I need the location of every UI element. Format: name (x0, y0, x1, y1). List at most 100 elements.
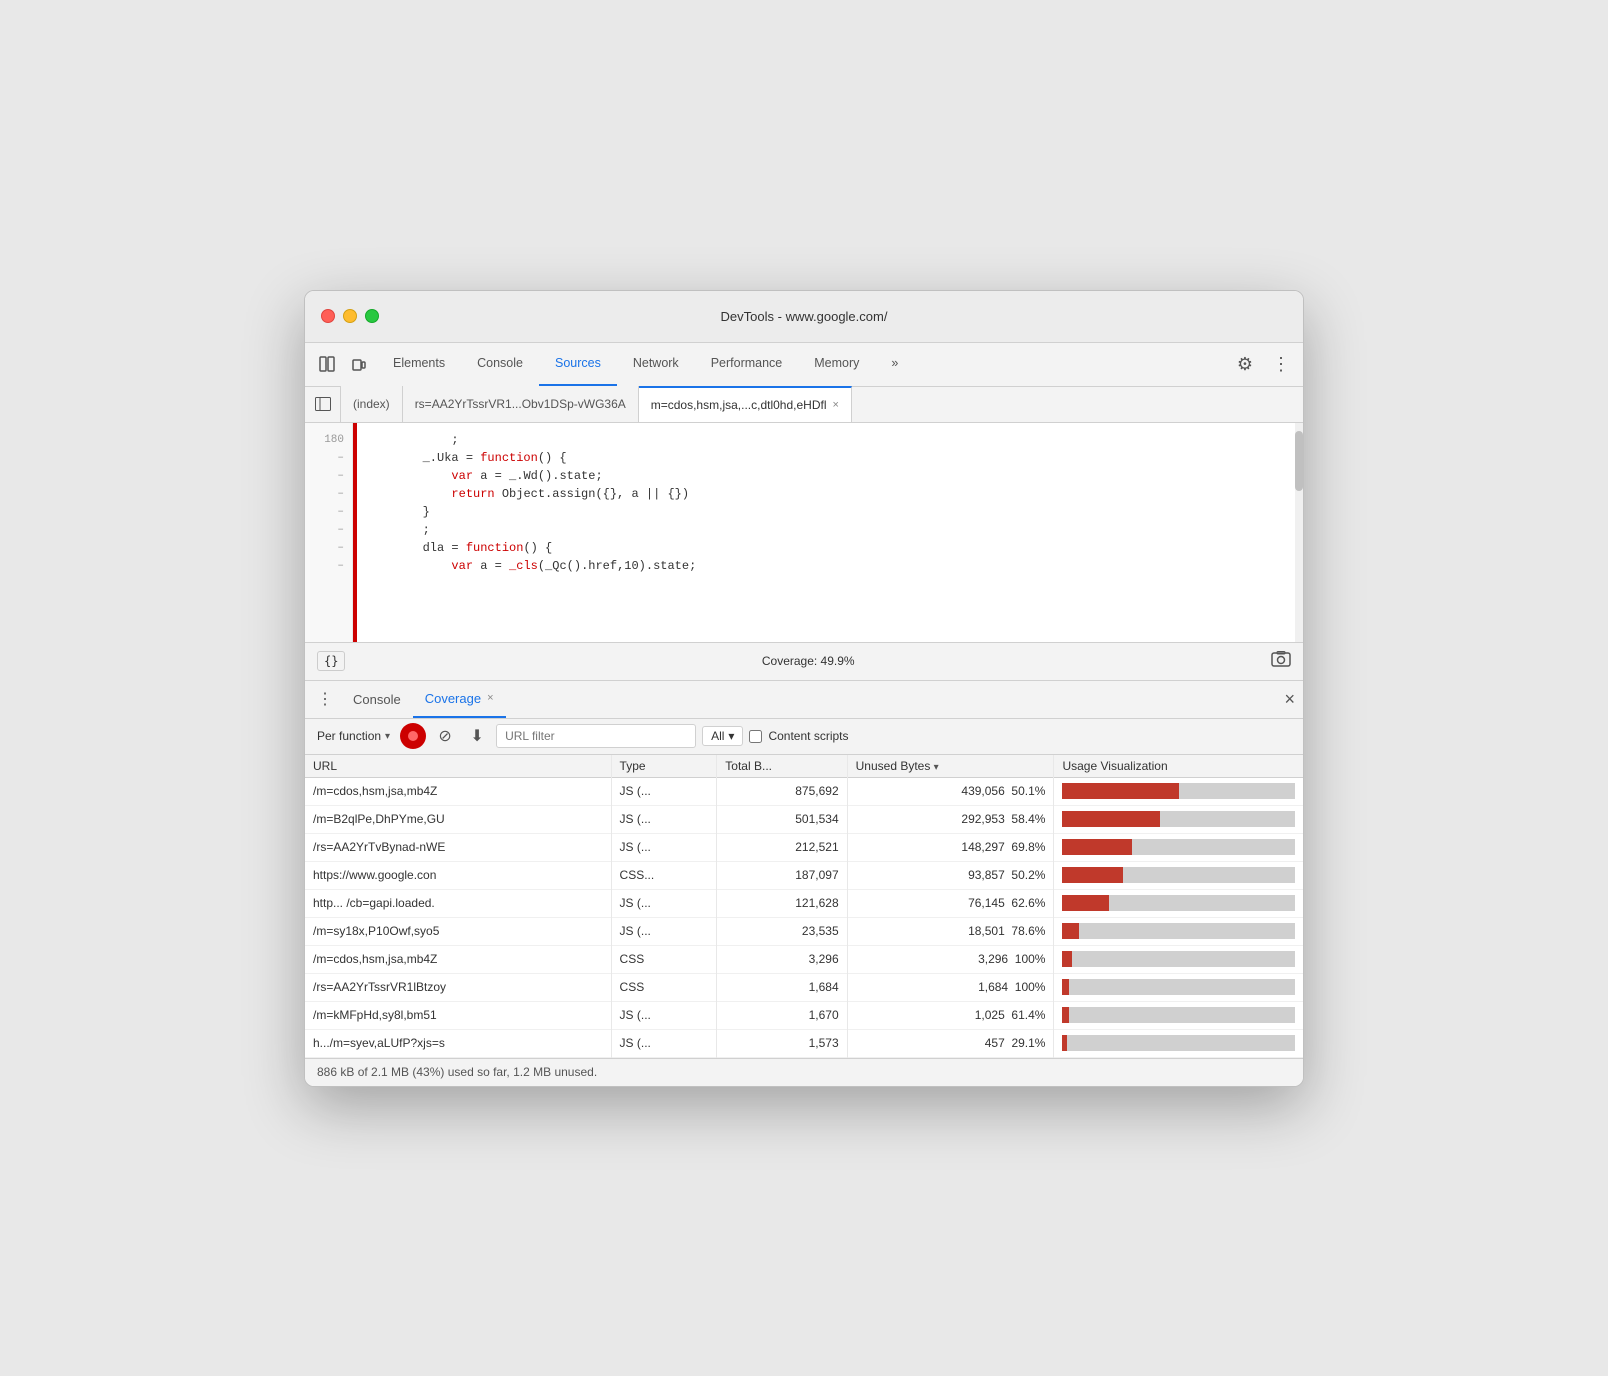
col-visualization: Usage Visualization (1054, 755, 1303, 778)
usage-bar (1062, 979, 1295, 995)
cell-url: /rs=AA2YrTvBynad-nWE (305, 833, 611, 861)
coverage-percentage: Coverage: 49.9% (762, 654, 855, 668)
cell-type: JS (... (611, 917, 717, 945)
panel-tab-coverage-close-icon[interactable]: × (487, 692, 493, 704)
cell-total: 23,535 (717, 917, 847, 945)
panel-tab-coverage[interactable]: Coverage × (413, 680, 506, 718)
source-tab-index[interactable]: (index) (341, 386, 403, 422)
cell-total: 875,692 (717, 777, 847, 805)
table-row[interactable]: http... /cb=gapi.loaded. JS (... 121,628… (305, 889, 1303, 917)
col-url[interactable]: URL (305, 755, 611, 778)
tab-more[interactable]: » (875, 342, 914, 386)
code-line-4: return Object.assign({}, a || {}) (365, 485, 1295, 503)
cell-total: 3,296 (717, 945, 847, 973)
settings-icon[interactable]: ⚙ (1231, 350, 1259, 378)
cell-url: http... /cb=gapi.loaded. (305, 889, 611, 917)
title-bar: DevTools - www.google.com/ (305, 291, 1303, 343)
code-content: ; _.Uka = function() { var a = _.Wd().st… (357, 423, 1295, 642)
minimize-button[interactable] (343, 309, 357, 323)
traffic-lights (321, 309, 379, 323)
table-row[interactable]: /m=cdos,hsm,jsa,mb4Z JS (... 875,692 439… (305, 777, 1303, 805)
cell-visualization (1054, 973, 1303, 1001)
url-filter-input[interactable] (496, 724, 696, 748)
sidebar-toggle-icon[interactable] (313, 350, 341, 378)
code-toolbar: {} Coverage: 49.9% (305, 643, 1303, 681)
scrollbar-thumb[interactable] (1295, 431, 1303, 491)
record-button[interactable] (400, 723, 426, 749)
usage-bar-used (1062, 1007, 1069, 1023)
usage-bar (1062, 895, 1295, 911)
cell-url: /m=cdos,hsm,jsa,mb4Z (305, 777, 611, 805)
per-function-button[interactable]: Per function ▾ (313, 727, 394, 745)
tab-network[interactable]: Network (617, 342, 695, 386)
cell-type: JS (... (611, 889, 717, 917)
tab-elements[interactable]: Elements (377, 342, 461, 386)
status-bar: 886 kB of 2.1 MB (43%) used so far, 1.2 … (305, 1058, 1303, 1086)
screenshot-icon[interactable] (1271, 651, 1291, 672)
source-tab-bar: (index) rs=AA2YrTssrVR1...Obv1DSp-vWG36A… (305, 387, 1303, 423)
table-row[interactable]: /m=cdos,hsm,jsa,mb4Z CSS 3,296 3,296 100… (305, 945, 1303, 973)
cell-unused: 18,501 78.6% (847, 917, 1054, 945)
maximize-button[interactable] (365, 309, 379, 323)
device-toolbar-icon[interactable] (345, 350, 373, 378)
table-row[interactable]: /rs=AA2YrTvBynad-nWE JS (... 212,521 148… (305, 833, 1303, 861)
cell-unused: 457 29.1% (847, 1029, 1054, 1057)
cell-visualization (1054, 805, 1303, 833)
table-row[interactable]: h.../m=syev,aLUfP?xjs=s JS (... 1,573 45… (305, 1029, 1303, 1057)
usage-bar-used (1062, 783, 1178, 799)
cell-total: 1,670 (717, 1001, 847, 1029)
tab-performance[interactable]: Performance (695, 342, 799, 386)
table-row[interactable]: /m=sy18x,P10Owf,syo5 JS (... 23,535 18,5… (305, 917, 1303, 945)
cell-visualization (1054, 889, 1303, 917)
tab-sources[interactable]: Sources (539, 342, 617, 386)
cell-type: JS (... (611, 777, 717, 805)
cell-unused: 292,953 58.4% (847, 805, 1054, 833)
per-function-arrow-icon: ▾ (385, 731, 390, 742)
tab-console[interactable]: Console (461, 342, 539, 386)
content-scripts-label: Content scripts (749, 729, 848, 743)
close-button[interactable] (321, 309, 335, 323)
code-editor: 180 – – – – – – – ; _.Uka = function() {… (305, 423, 1303, 643)
code-line-3: var a = _.Wd().state; (365, 467, 1295, 485)
cell-type: JS (... (611, 805, 717, 833)
scrollbar[interactable] (1295, 423, 1303, 642)
tab-memory[interactable]: Memory (798, 342, 875, 386)
coverage-table-wrapper: URL Type Total B... Unused Bytes ▾ Usage… (305, 755, 1303, 1058)
panel-tab-console[interactable]: Console (341, 680, 413, 718)
cell-visualization (1054, 833, 1303, 861)
panel-sidebar-toggle[interactable] (305, 386, 341, 422)
table-row[interactable]: /m=kMFpHd,sy8l,bm51 JS (... 1,670 1,025 … (305, 1001, 1303, 1029)
cell-unused: 148,297 69.8% (847, 833, 1054, 861)
cell-url: h.../m=syev,aLUfP?xjs=s (305, 1029, 611, 1057)
devtools-tabs-right: ⚙ ⋮ (1231, 350, 1295, 378)
source-tab-m[interactable]: m=cdos,hsm,jsa,...c,dtl0hd,eHDfl × (639, 386, 852, 422)
download-button[interactable]: ⬇ (464, 723, 490, 749)
table-row[interactable]: /rs=AA2YrTssrVR1lBtzoy CSS 1,684 1,684 1… (305, 973, 1303, 1001)
source-tab-rs[interactable]: rs=AA2YrTssrVR1...Obv1DSp-vWG36A (403, 386, 639, 422)
content-scripts-checkbox[interactable] (749, 730, 762, 743)
cell-total: 1,573 (717, 1029, 847, 1057)
panel-close-icon[interactable]: × (1284, 689, 1295, 710)
coverage-toolbar: Per function ▾ ⊘ ⬇ All ▾ Content scripts (305, 719, 1303, 755)
usage-bar-used (1062, 839, 1132, 855)
cell-type: JS (... (611, 1029, 717, 1057)
col-unused[interactable]: Unused Bytes ▾ (847, 755, 1054, 778)
cell-unused: 1,025 61.4% (847, 1001, 1054, 1029)
usage-bar (1062, 923, 1295, 939)
col-total[interactable]: Total B... (717, 755, 847, 778)
col-type[interactable]: Type (611, 755, 717, 778)
source-tab-close-icon[interactable]: × (832, 399, 838, 411)
cell-url: /m=cdos,hsm,jsa,mb4Z (305, 945, 611, 973)
all-dropdown[interactable]: All ▾ (702, 726, 743, 746)
cell-total: 121,628 (717, 889, 847, 917)
format-button[interactable]: {} (317, 651, 345, 671)
more-options-icon[interactable]: ⋮ (1267, 350, 1295, 378)
clear-button[interactable]: ⊘ (432, 723, 458, 749)
panel-menu-icon[interactable]: ⋮ (313, 687, 337, 711)
cell-url: /m=kMFpHd,sy8l,bm51 (305, 1001, 611, 1029)
usage-bar-used (1062, 867, 1122, 883)
usage-bar-used (1062, 895, 1109, 911)
table-row[interactable]: https://www.google.con CSS... 187,097 93… (305, 861, 1303, 889)
table-row[interactable]: /m=B2qlPe,DhPYme,GU JS (... 501,534 292,… (305, 805, 1303, 833)
cell-total: 1,684 (717, 973, 847, 1001)
